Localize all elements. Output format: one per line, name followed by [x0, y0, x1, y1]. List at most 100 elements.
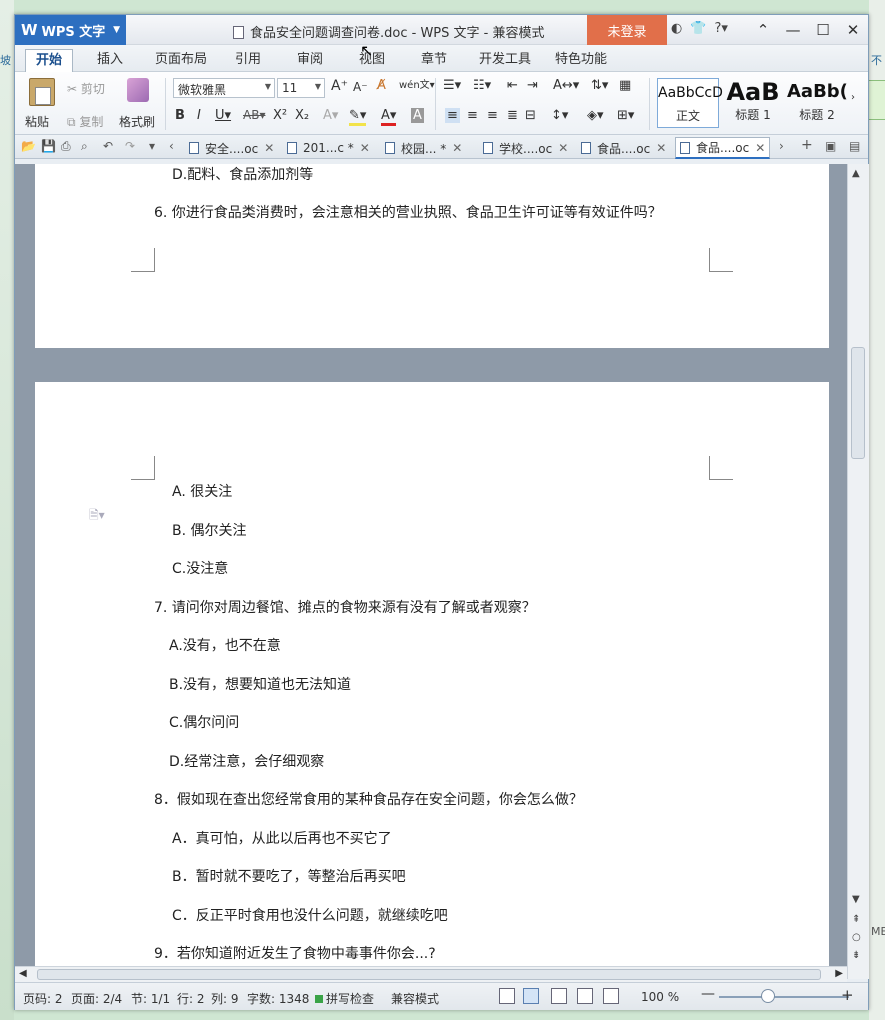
quick-access-more-icon[interactable]: ▾: [149, 139, 155, 153]
next-page-icon[interactable]: ⇟: [852, 950, 860, 961]
close-icon[interactable]: ✕: [656, 141, 666, 155]
align-center-icon[interactable]: ≡: [467, 108, 478, 123]
numbered-list-icon[interactable]: ☷▾: [473, 78, 491, 93]
char-scale-icon[interactable]: A↔▾: [553, 78, 579, 93]
tabs-scroll-left-icon[interactable]: ‹: [169, 139, 174, 153]
doc-tab[interactable]: 学校....oc ✕: [479, 137, 572, 159]
grow-font-icon[interactable]: A⁺: [331, 78, 348, 94]
outline-view-icon[interactable]: [551, 988, 567, 1004]
zoom-slider[interactable]: [719, 996, 849, 998]
clear-format-icon[interactable]: A̸: [377, 78, 386, 93]
tab-options-icon[interactable]: ▤: [849, 139, 860, 153]
full-screen-icon[interactable]: [499, 988, 515, 1004]
italic-icon[interactable]: I: [197, 108, 201, 123]
zoom-out-icon[interactable]: —: [701, 986, 715, 1002]
close-icon[interactable]: ✕: [558, 141, 568, 155]
strikethrough-icon[interactable]: AB▾: [243, 108, 265, 122]
text-effect-icon[interactable]: A▾: [323, 108, 338, 123]
maximize-button[interactable]: ☐: [808, 15, 838, 45]
app-menu-button[interactable]: W WPS 文字 ▼: [15, 15, 126, 45]
underline-icon[interactable]: U▾: [215, 108, 231, 123]
distribute-icon[interactable]: ⊟: [525, 108, 536, 123]
skin-icon[interactable]: ◐: [671, 21, 682, 36]
spell-check-button[interactable]: 拼写检查: [315, 990, 374, 1007]
tab-chapter[interactable]: 章节: [411, 49, 457, 72]
bold-icon[interactable]: B: [175, 108, 185, 123]
superscript-icon[interactable]: X²: [273, 108, 287, 123]
zoom-level[interactable]: 100 %: [641, 990, 679, 1004]
hscroll-thumb[interactable]: [37, 969, 821, 980]
copy-button[interactable]: ⧉ 复制: [67, 113, 103, 130]
help-icon[interactable]: ?▾: [715, 21, 728, 36]
bullet-list-icon[interactable]: ☰▾: [443, 78, 461, 93]
subscript-icon[interactable]: X₂: [295, 108, 309, 123]
cut-button[interactable]: ✂ 剪切: [67, 80, 105, 97]
align-right-icon[interactable]: ≡: [487, 108, 498, 123]
redo-icon[interactable]: ↷: [125, 139, 135, 153]
close-icon[interactable]: ✕: [755, 141, 765, 155]
shading-icon[interactable]: ◈▾: [587, 108, 604, 123]
tab-reference[interactable]: 引用: [225, 49, 271, 72]
tab-page-layout[interactable]: 页面布局: [145, 49, 217, 72]
doc-tab[interactable]: 校园... * ✕: [381, 137, 466, 159]
increase-indent-icon[interactable]: ⇥: [527, 78, 538, 93]
format-painter-button[interactable]: 格式刷: [119, 113, 155, 130]
zoom-slider-thumb[interactable]: [761, 989, 775, 1003]
paste-button[interactable]: 粘贴: [25, 113, 49, 130]
status-word-count[interactable]: 字数: 1348: [247, 990, 309, 1007]
style-normal[interactable]: AaBbCcD 正文: [657, 78, 723, 128]
paste-icon[interactable]: [29, 78, 55, 106]
vertical-scrollbar[interactable]: ▲ ▼ ⇞ ○ ⇟: [847, 164, 869, 979]
doc-tab[interactable]: 食品....oc ✕: [577, 137, 670, 159]
page-view-icon[interactable]: [523, 988, 539, 1004]
scroll-left-icon[interactable]: ◀: [19, 968, 27, 979]
decrease-indent-icon[interactable]: ⇤: [507, 78, 518, 93]
save-icon[interactable]: 💾: [41, 139, 56, 153]
new-tab-icon[interactable]: +: [801, 137, 813, 153]
doc-tab-active[interactable]: 食品....oc ✕: [675, 137, 771, 159]
font-size-select[interactable]: 11 ▼: [277, 78, 325, 98]
tabs-scroll-right-icon[interactable]: ›: [779, 139, 784, 153]
style-heading-1[interactable]: AaB 标题 1: [721, 78, 785, 128]
tab-review[interactable]: 审阅: [287, 49, 333, 72]
format-painter-icon[interactable]: [127, 78, 149, 102]
reading-view-icon[interactable]: [603, 988, 619, 1004]
scroll-up-icon[interactable]: ▲: [852, 168, 860, 179]
collapse-ribbon-icon[interactable]: ⌃: [748, 15, 778, 45]
minimize-button[interactable]: —: [778, 15, 808, 45]
font-name-select[interactable]: 微软雅黑 ▼: [173, 78, 275, 98]
tab-developer[interactable]: 开发工具: [469, 49, 541, 72]
tab-home[interactable]: 开始: [25, 49, 74, 72]
styles-more-icon[interactable]: ›: [851, 92, 855, 103]
scroll-thumb[interactable]: [851, 347, 865, 459]
pinyin-icon[interactable]: wén文▾: [399, 76, 435, 91]
scroll-right-icon[interactable]: ▶: [835, 968, 843, 979]
paragraph-handle-icon[interactable]: 🗎▾: [89, 506, 105, 527]
highlight-icon[interactable]: ✎▾: [349, 108, 367, 126]
prev-page-icon[interactable]: ⇞: [852, 914, 860, 925]
print-preview-icon[interactable]: ⌕: [81, 139, 88, 154]
open-folder-icon[interactable]: 📂: [21, 139, 36, 153]
sort-icon[interactable]: ⇅▾: [591, 78, 608, 93]
tab-features[interactable]: 特色功能: [545, 49, 617, 72]
scroll-down-icon[interactable]: ▼: [852, 894, 860, 905]
close-icon[interactable]: ✕: [452, 141, 462, 155]
close-icon[interactable]: ✕: [264, 141, 274, 155]
browse-object-icon[interactable]: ○: [852, 932, 861, 943]
table-icon[interactable]: ▦: [619, 78, 631, 93]
shirt-icon[interactable]: 👕: [690, 21, 706, 36]
align-justify-icon[interactable]: ≣: [507, 108, 518, 123]
tab-insert[interactable]: 插入: [87, 49, 133, 72]
close-icon[interactable]: ✕: [360, 141, 370, 155]
doc-tab[interactable]: 安全....oc ✕: [185, 137, 278, 159]
login-button[interactable]: 未登录: [587, 15, 667, 45]
border-icon[interactable]: ⊞▾: [617, 108, 634, 123]
doc-tab[interactable]: 201...c * ✕: [283, 137, 374, 159]
close-button[interactable]: ✕: [838, 15, 868, 45]
char-shading-icon[interactable]: A: [411, 108, 424, 123]
shrink-font-icon[interactable]: A⁻: [353, 80, 368, 94]
style-heading-2[interactable]: AaBb( 标题 2: [787, 78, 847, 128]
undo-icon[interactable]: ↶: [103, 139, 113, 153]
font-color-icon[interactable]: A▾: [381, 108, 397, 126]
tab-list-icon[interactable]: ▣: [825, 139, 836, 153]
